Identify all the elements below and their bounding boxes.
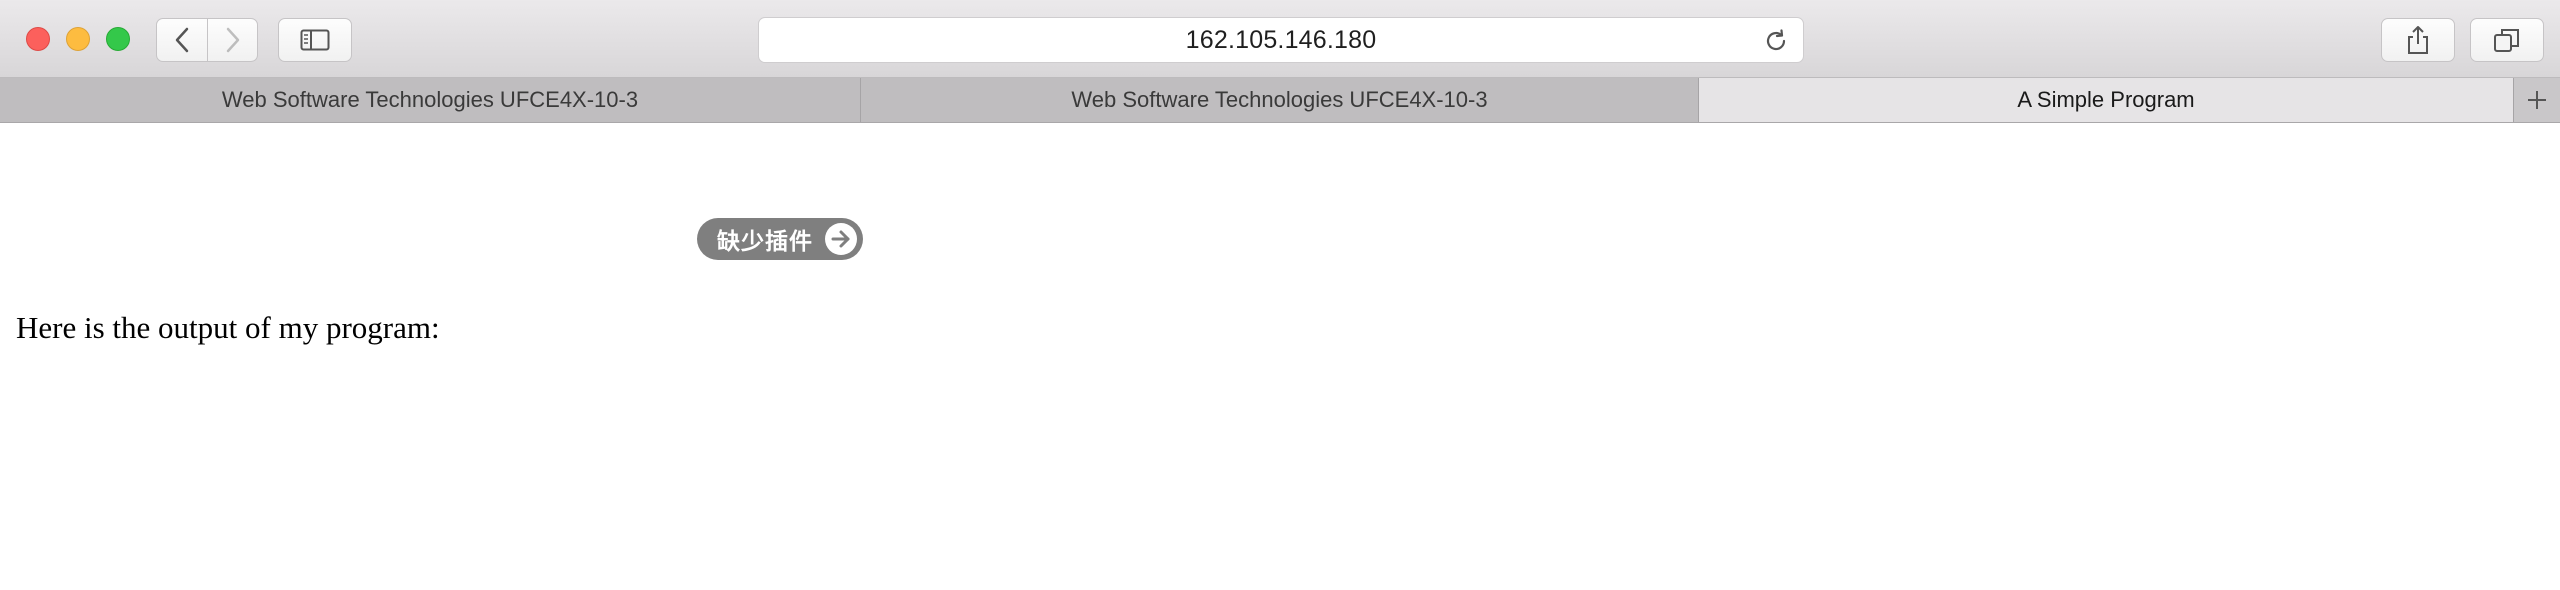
browser-toolbar: 162.105.146.180	[0, 0, 2560, 78]
chevron-right-icon	[226, 27, 239, 53]
navigation-buttons	[156, 18, 258, 62]
share-icon	[2408, 26, 2428, 54]
maximize-window-button[interactable]	[106, 27, 130, 51]
address-bar[interactable]: 162.105.146.180	[758, 17, 1804, 63]
tabs-overview-icon	[2494, 29, 2519, 52]
reload-icon	[1766, 29, 1786, 51]
forward-button[interactable]	[207, 19, 257, 61]
close-window-button[interactable]	[26, 27, 50, 51]
plus-icon	[2528, 91, 2546, 109]
arrow-right-icon	[825, 223, 857, 255]
sidebar-button[interactable]	[278, 18, 352, 62]
back-button[interactable]	[157, 19, 207, 61]
tab-label: A Simple Program	[2017, 87, 2195, 112]
new-tab-button[interactable]	[2514, 78, 2560, 122]
minimize-window-button[interactable]	[66, 27, 90, 51]
tab-bar: Web Software Technologies UFCE4X-10-3 We…	[0, 78, 2560, 123]
page-content: 缺少插件 Here is the output of my program:	[0, 124, 2560, 590]
chevron-left-icon	[175, 27, 189, 53]
tab-label: Web Software Technologies UFCE4X-10-3	[1071, 87, 1488, 112]
tab-web-software-1[interactable]: Web Software Technologies UFCE4X-10-3	[0, 78, 861, 122]
share-button[interactable]	[2381, 18, 2455, 62]
tab-label: Web Software Technologies UFCE4X-10-3	[221, 87, 639, 112]
program-output-text: Here is the output of my program:	[16, 310, 440, 345]
missing-plugin-button[interactable]: 缺少插件	[697, 218, 863, 260]
address-url: 162.105.146.180	[1185, 25, 1377, 54]
reload-button[interactable]	[1763, 28, 1789, 54]
tab-a-simple-program[interactable]: A Simple Program	[1699, 78, 2514, 122]
missing-plugin-label: 缺少插件	[717, 229, 813, 255]
tabs-overview-button[interactable]	[2470, 18, 2544, 62]
tab-web-software-2[interactable]: Web Software Technologies UFCE4X-10-3	[861, 78, 1699, 122]
sidebar-icon	[300, 29, 330, 51]
